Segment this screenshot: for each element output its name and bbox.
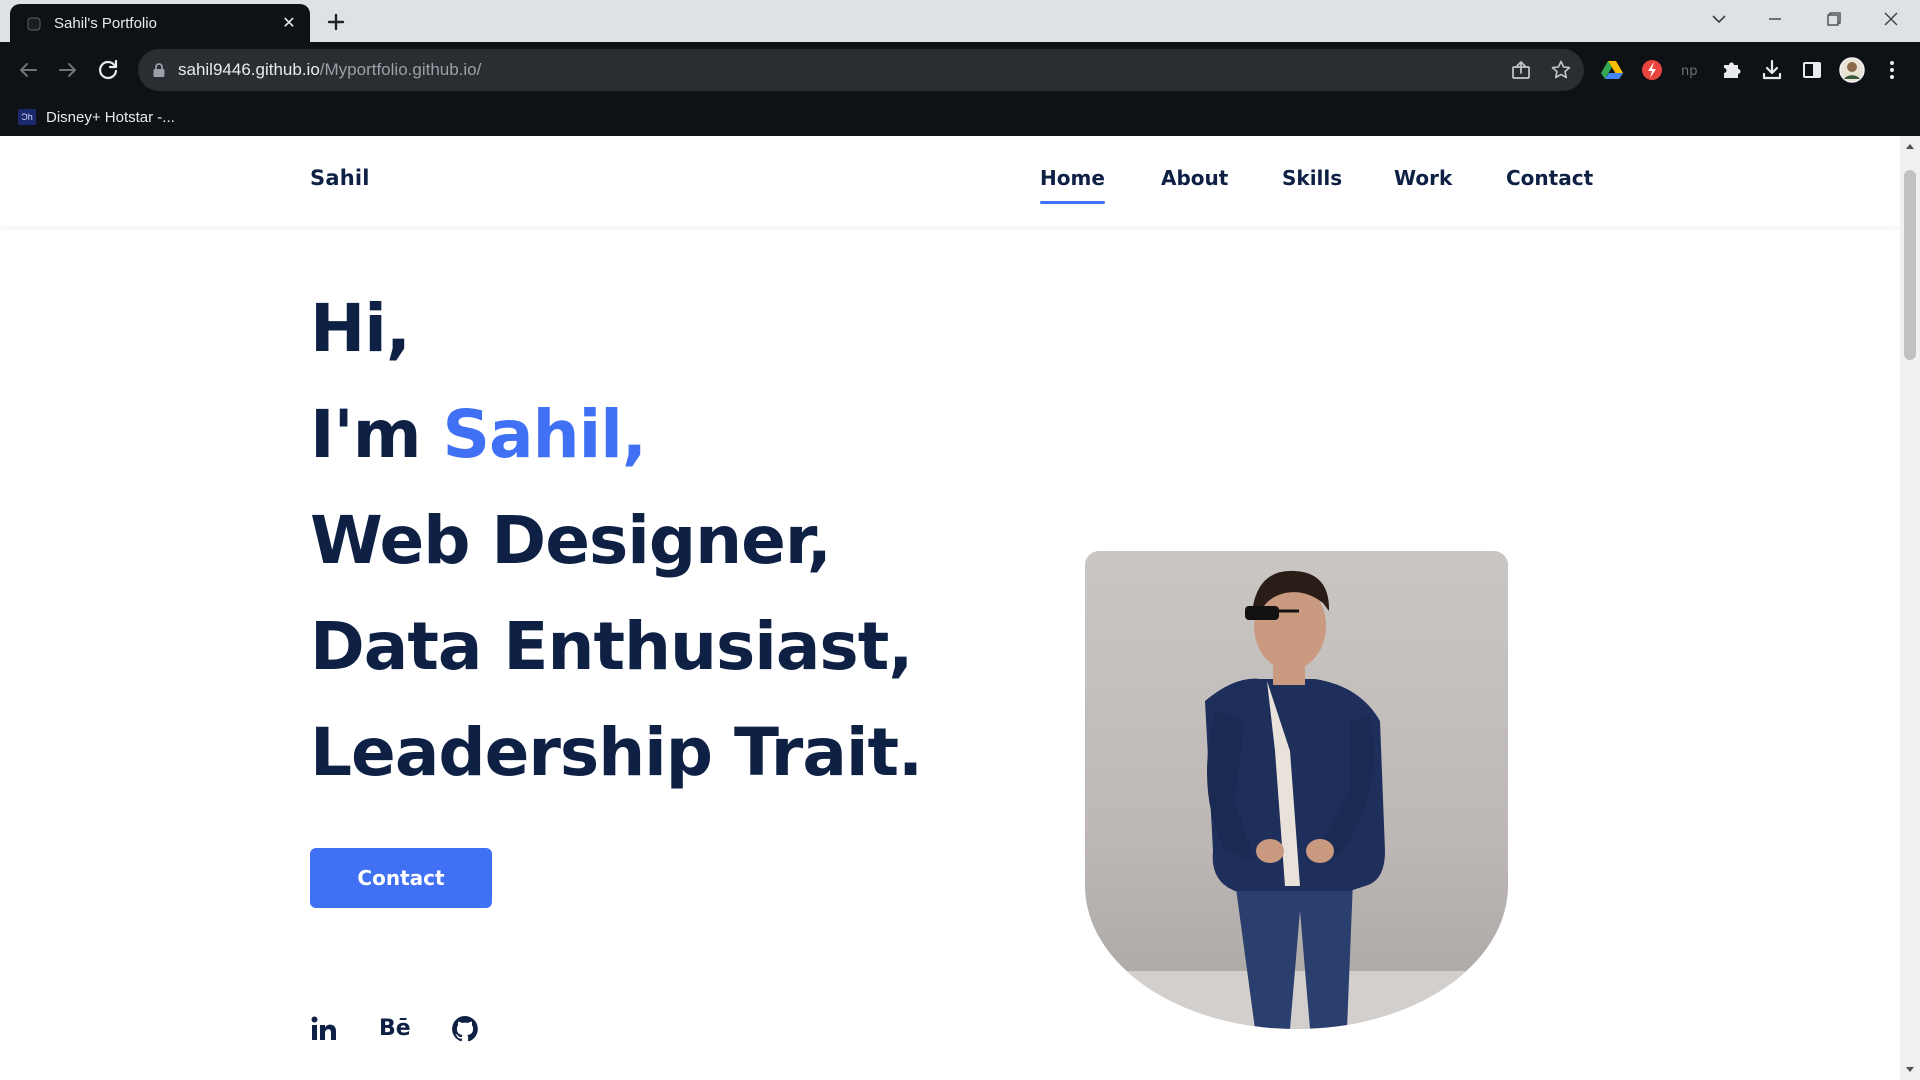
tab-close-icon[interactable]: ✕ bbox=[278, 12, 300, 34]
restore-icon[interactable] bbox=[1810, 4, 1856, 34]
share-icon[interactable] bbox=[1510, 59, 1532, 81]
nav-skills[interactable]: Skills bbox=[1282, 166, 1342, 190]
side-panel-icon[interactable] bbox=[1798, 56, 1826, 84]
page-scrollbar[interactable] bbox=[1900, 136, 1920, 1080]
new-tab-icon[interactable] bbox=[322, 8, 350, 36]
url-text[interactable]: sahil9446.github.io/Myportfolio.github.i… bbox=[178, 60, 481, 80]
hero-intro-prefix: I'm bbox=[310, 396, 443, 473]
scroll-up-icon[interactable] bbox=[1905, 142, 1915, 152]
person-illustration bbox=[1085, 570, 1508, 1029]
hero-line-greeting: Hi, bbox=[310, 290, 411, 367]
address-bar[interactable]: sahil9446.github.io/Myportfolio.github.i… bbox=[138, 49, 1584, 91]
nav-about[interactable]: About bbox=[1161, 166, 1228, 190]
bookmark-label: Disney+ Hotstar -... bbox=[46, 108, 175, 126]
page-viewport: Sahil Home About Skills Work Contact Hi,… bbox=[0, 136, 1920, 1080]
hero-line-intro: I'm Sahil, bbox=[310, 382, 1070, 488]
tab-search-icon[interactable] bbox=[1696, 4, 1742, 34]
extensions-puzzle-icon[interactable] bbox=[1718, 56, 1746, 84]
hero-heading: Hi, I'm Sahil, Web Designer, Data Enthus… bbox=[310, 276, 1070, 806]
browser-toolbar: sahil9446.github.io/Myportfolio.github.i… bbox=[0, 42, 1920, 98]
behance-icon[interactable]: Bē bbox=[379, 1014, 411, 1044]
hotstar-icon: Ɔh bbox=[18, 109, 36, 125]
bookmark-star-icon[interactable] bbox=[1550, 59, 1572, 81]
page-favicon-icon bbox=[27, 17, 41, 31]
hero-line-role-3: Leadership Trait. bbox=[310, 714, 923, 791]
forward-icon[interactable] bbox=[54, 56, 82, 84]
svg-text:np: np bbox=[1681, 64, 1698, 79]
hero-name: Sahil, bbox=[442, 396, 647, 473]
browser-tab[interactable]: Sahil's Portfolio ✕ bbox=[10, 4, 310, 42]
close-window-icon[interactable] bbox=[1868, 4, 1914, 34]
google-drive-icon[interactable] bbox=[1598, 56, 1626, 84]
lock-icon[interactable] bbox=[152, 62, 166, 78]
reload-icon[interactable] bbox=[94, 56, 122, 84]
linkedin-icon[interactable] bbox=[309, 1014, 339, 1044]
extension-np-icon[interactable]: np bbox=[1678, 56, 1706, 84]
nav-home[interactable]: Home bbox=[1040, 166, 1105, 204]
browser-menu-icon[interactable] bbox=[1878, 56, 1906, 84]
nav-contact[interactable]: Contact bbox=[1506, 166, 1593, 190]
github-icon[interactable] bbox=[450, 1014, 480, 1044]
url-host: sahil9446.github.io bbox=[178, 60, 320, 79]
site-logo[interactable]: Sahil bbox=[310, 166, 370, 190]
bookmark-disney-hotstar[interactable]: Ɔh Disney+ Hotstar -... bbox=[18, 106, 175, 128]
scrollbar-thumb[interactable] bbox=[1904, 170, 1916, 360]
scroll-down-icon[interactable] bbox=[1905, 1064, 1915, 1074]
minimize-icon[interactable] bbox=[1752, 4, 1798, 34]
hero-line-role-2: Data Enthusiast, bbox=[310, 608, 913, 685]
tab-title: Sahil's Portfolio bbox=[54, 15, 157, 32]
contact-button[interactable]: Contact bbox=[310, 848, 492, 908]
bookmarks-bar: Ɔh Disney+ Hotstar -... bbox=[0, 98, 1920, 136]
nav-work[interactable]: Work bbox=[1394, 166, 1452, 190]
browser-tab-strip: Sahil's Portfolio ✕ bbox=[0, 0, 1920, 42]
site-header: Sahil Home About Skills Work Contact bbox=[0, 136, 1900, 226]
extension-red-icon[interactable] bbox=[1638, 56, 1666, 84]
download-icon[interactable] bbox=[1758, 56, 1786, 84]
back-icon[interactable] bbox=[14, 56, 42, 84]
hero-line-role-1: Web Designer, bbox=[310, 502, 832, 579]
profile-avatar-icon[interactable] bbox=[1838, 56, 1866, 84]
url-path: /Myportfolio.github.io/ bbox=[319, 60, 482, 79]
profile-photo bbox=[1085, 551, 1508, 1029]
